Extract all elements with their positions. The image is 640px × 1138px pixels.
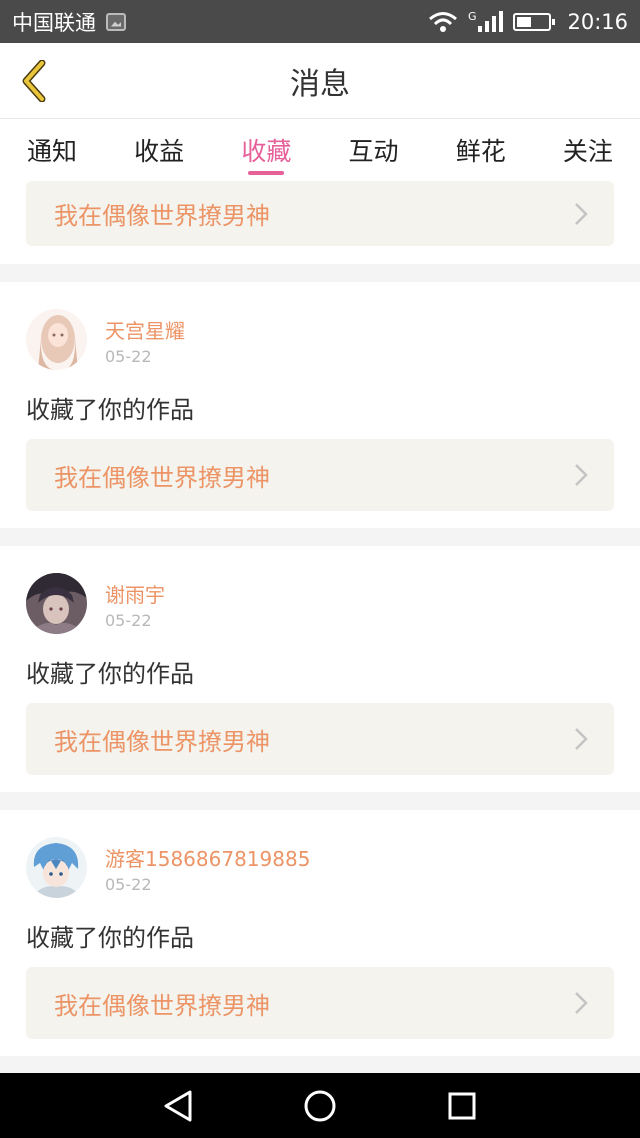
message-date: 05-22: [105, 611, 152, 630]
system-navigation-bar: [0, 1073, 640, 1138]
tab-earnings[interactable]: 收益: [113, 119, 205, 181]
work-link[interactable]: 我在偶像世界撩男神: [26, 967, 614, 1039]
triangle-back-icon: [164, 1090, 192, 1121]
message-card: 游客1586867819885 05-22 收藏了你的作品 我在偶像世界撩男神: [0, 810, 640, 1056]
avatar[interactable]: [26, 573, 87, 634]
avatar[interactable]: [26, 837, 87, 898]
page-title: 消息: [290, 67, 350, 102]
work-title: 我在偶像世界撩男神: [54, 727, 270, 756]
circle-home-icon: [304, 1090, 336, 1121]
tab-flowers[interactable]: 鲜花: [435, 119, 527, 181]
network-type-label: G: [467, 9, 477, 23]
clock: 20:16: [567, 9, 628, 34]
tab-following[interactable]: 关注: [542, 119, 634, 181]
message-card: 天宫星耀 05-22 收藏了你的作品 我在偶像世界撩男神: [0, 282, 640, 528]
signal-group: G: [467, 9, 504, 33]
chevron-right-icon: [575, 992, 588, 1014]
carrier-name: 中国联通: [12, 10, 96, 35]
avatar-girl-image: [26, 309, 87, 370]
message-list[interactable]: 我在偶像世界撩男神 天宫星耀 05-22 收藏了你的作品 我在偶像世界撩男神 谢…: [0, 181, 640, 1073]
system-home-button[interactable]: [280, 1073, 360, 1138]
message-text: 收藏了你的作品: [26, 660, 194, 688]
avatar-blue-hair-image: [26, 837, 87, 898]
image-notification-icon: [106, 12, 126, 31]
chevron-right-icon: [575, 464, 588, 486]
back-button[interactable]: [14, 57, 54, 105]
message-date: 05-22: [105, 875, 152, 894]
tab-notifications[interactable]: 通知: [6, 119, 98, 181]
message-card-partial: 我在偶像世界撩男神: [0, 181, 640, 264]
user-name[interactable]: 谢雨宇: [105, 579, 165, 608]
message-date: 05-22: [105, 347, 152, 366]
system-recents-button[interactable]: [422, 1073, 502, 1138]
tab-interactions[interactable]: 互动: [328, 119, 420, 181]
message-text: 收藏了你的作品: [26, 924, 194, 952]
square-recents-icon: [448, 1092, 476, 1119]
tab-bar: 通知 收益 收藏 互动 鲜花 关注: [0, 119, 640, 181]
work-link[interactable]: 我在偶像世界撩男神: [26, 439, 614, 511]
signal-icon: [478, 10, 504, 32]
tab-favorites[interactable]: 收藏: [220, 119, 312, 181]
work-title: 我在偶像世界撩男神: [54, 463, 270, 492]
work-title: 我在偶像世界撩男神: [54, 991, 270, 1020]
chevron-left-icon: [22, 60, 46, 102]
avatar[interactable]: [26, 309, 87, 370]
chevron-right-icon: [575, 202, 588, 225]
message-text: 收藏了你的作品: [26, 396, 194, 424]
work-title: 我在偶像世界撩男神: [54, 202, 270, 230]
user-name[interactable]: 游客1586867819885: [105, 843, 310, 872]
header-bar: 消息: [0, 43, 640, 119]
avatar-anime-image: [26, 573, 87, 634]
status-left: 中国联通: [12, 7, 126, 37]
chevron-right-icon: [575, 728, 588, 750]
work-link[interactable]: 我在偶像世界撩男神: [26, 703, 614, 775]
wifi-icon: [428, 11, 457, 32]
user-name[interactable]: 天宫星耀: [105, 315, 185, 344]
battery-icon: [513, 12, 556, 31]
status-bar: 中国联通 G 20:16: [0, 0, 640, 43]
system-back-button[interactable]: [138, 1073, 218, 1138]
status-right: G 20:16: [428, 10, 628, 34]
message-card: 谢雨宇 05-22 收藏了你的作品 我在偶像世界撩男神: [0, 546, 640, 792]
work-link[interactable]: 我在偶像世界撩男神: [26, 181, 614, 246]
